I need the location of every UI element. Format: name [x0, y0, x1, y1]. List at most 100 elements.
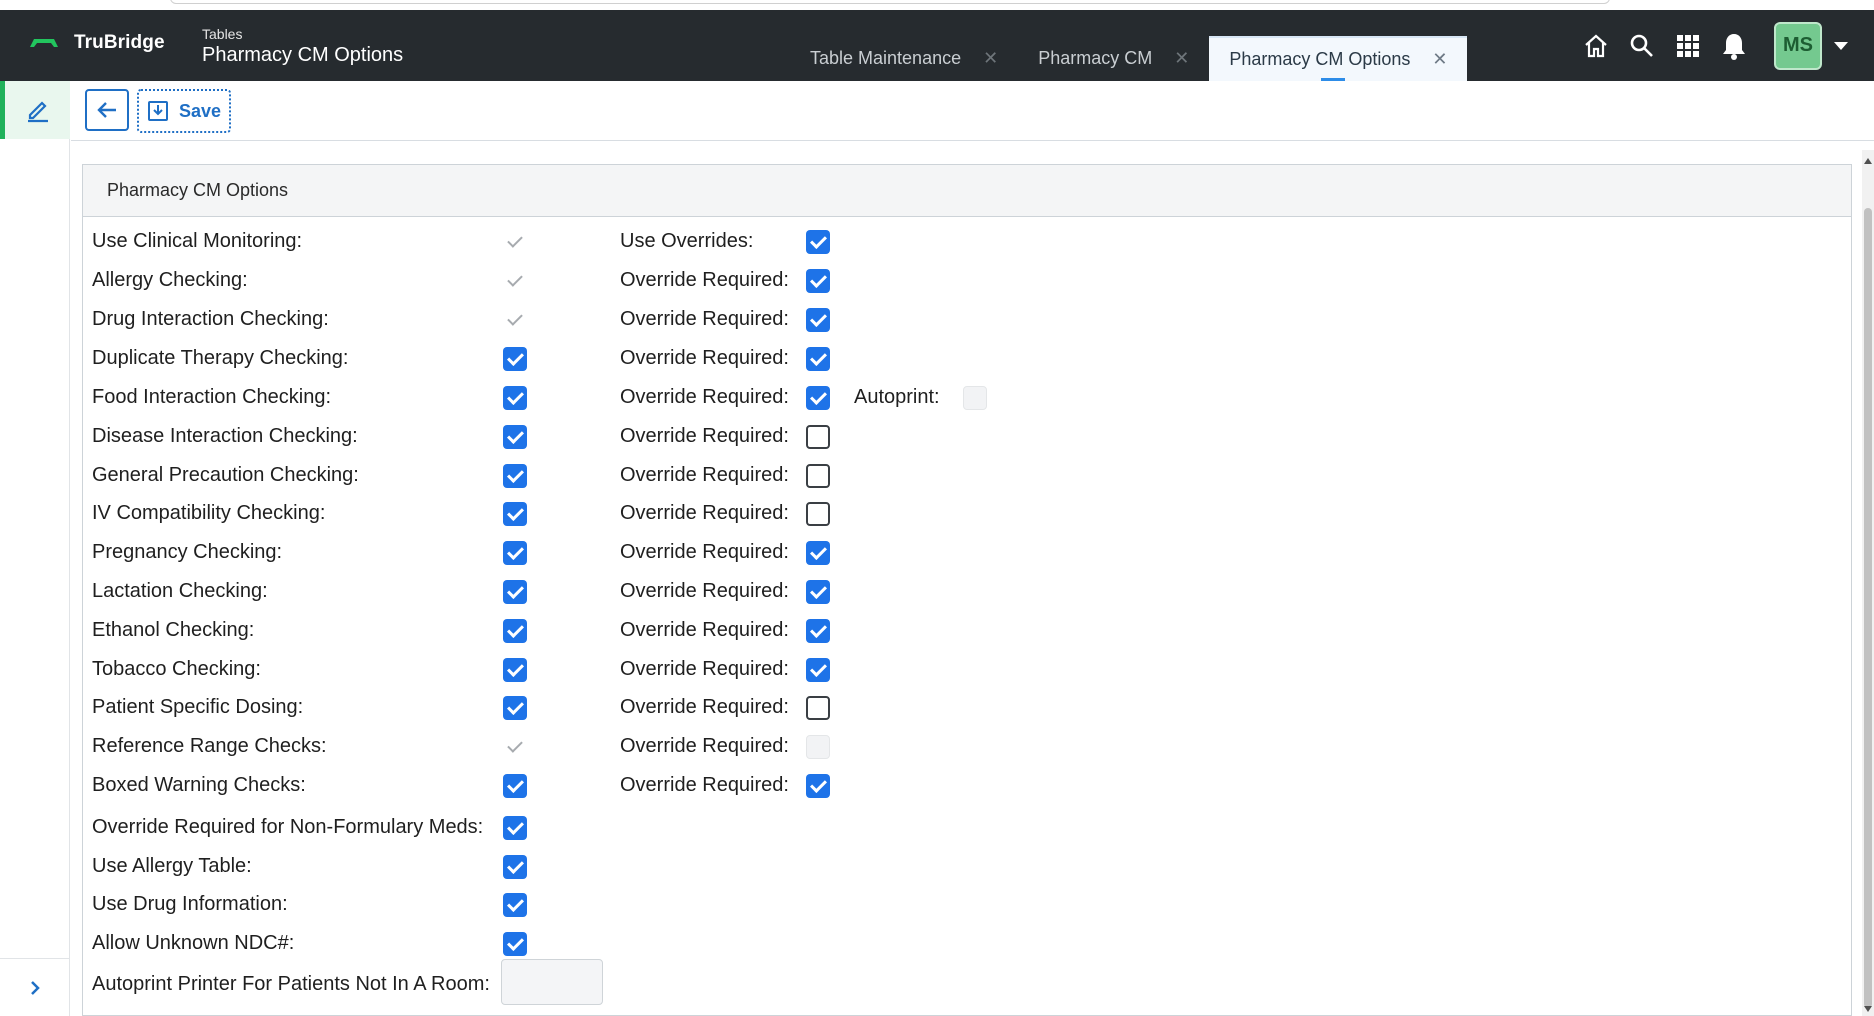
option-row: IV Compatibility Checking: Override Requi… — [83, 498, 1183, 530]
brand-name: TruBridge — [74, 32, 165, 53]
autoprint-label: Autoprint: — [854, 386, 940, 408]
option-label: IV Compatibility Checking: — [92, 502, 326, 524]
scroll-down-arrow[interactable] — [1864, 1006, 1872, 1012]
scroll-up-arrow[interactable] — [1864, 158, 1872, 164]
override-checkbox — [806, 735, 830, 759]
override-checkbox[interactable] — [806, 658, 830, 682]
option-label: Lactation Checking: — [92, 580, 268, 602]
back-button[interactable] — [85, 89, 129, 131]
override-label: Use Overrides: — [620, 230, 754, 252]
page-title: Pharmacy CM Options — [202, 44, 404, 66]
tab-pharmacy-cm[interactable]: Pharmacy CM ✕ — [1018, 36, 1209, 81]
close-icon[interactable]: ✕ — [983, 48, 998, 69]
option-row: Use Drug Information: — [83, 889, 1183, 921]
option-row: Pregnancy Checking: Override Required: — [83, 537, 1183, 569]
override-label: Override Required: — [620, 386, 789, 408]
option-row: Use Clinical Monitoring: Use Overrides: — [83, 226, 1183, 258]
override-checkbox[interactable] — [806, 580, 830, 604]
save-icon — [147, 101, 168, 121]
rail-expand-button[interactable] — [0, 958, 70, 1016]
option-label: Use Allergy Table: — [92, 855, 252, 877]
override-label: Override Required: — [620, 425, 789, 447]
option-checkbox[interactable] — [503, 893, 527, 917]
option-label: Use Clinical Monitoring: — [92, 230, 303, 252]
tab-bar: Table Maintenance ✕ Pharmacy CM ✕ Pharma… — [790, 36, 1468, 81]
option-label: General Precaution Checking: — [92, 464, 359, 486]
option-row: Ethanol Checking: Override Required: — [83, 615, 1183, 647]
override-checkbox[interactable] — [806, 619, 830, 643]
option-checkbox[interactable] — [503, 386, 527, 410]
option-label: Duplicate Therapy Checking: — [92, 347, 349, 369]
option-row: Food Interaction Checking: Override Requi… — [83, 382, 1183, 414]
chevron-down-icon[interactable] — [1834, 41, 1848, 50]
override-checkbox[interactable] — [806, 425, 830, 449]
autoprint-printer-input[interactable] — [501, 959, 603, 1005]
override-checkbox[interactable] — [806, 502, 830, 526]
option-label: Drug Interaction Checking: — [92, 308, 329, 330]
breadcrumb-section[interactable]: Tables — [202, 26, 403, 42]
option-label: Use Drug Information: — [92, 893, 288, 915]
tab-pharmacy-cm-options[interactable]: Pharmacy CM Options ✕ — [1209, 36, 1468, 81]
option-checkbox — [503, 308, 527, 332]
option-label: Boxed Warning Checks: — [92, 774, 306, 796]
autoprint-checkbox — [963, 386, 987, 410]
option-checkbox[interactable] — [503, 816, 527, 840]
bell-icon[interactable] — [1712, 24, 1756, 68]
override-checkbox[interactable] — [806, 541, 830, 565]
override-checkbox[interactable] — [806, 774, 830, 798]
option-checkbox[interactable] — [503, 619, 527, 643]
avatar[interactable]: MS — [1774, 21, 1822, 70]
options-panel: Pharmacy CM Options Use Clinical Monitor… — [82, 164, 1852, 1016]
option-checkbox[interactable] — [503, 347, 527, 371]
option-checkbox[interactable] — [503, 774, 527, 798]
tab-table-maintenance[interactable]: Table Maintenance ✕ — [790, 36, 1018, 81]
option-label: Food Interaction Checking: — [92, 386, 332, 408]
override-label: Override Required: — [620, 502, 789, 524]
option-label: Disease Interaction Checking: — [92, 425, 358, 447]
arrow-left-icon — [97, 102, 116, 118]
home-icon[interactable] — [1574, 24, 1618, 68]
app-header: TruBridge Tables Pharmacy CM Options Tab… — [0, 10, 1874, 81]
option-row: Duplicate Therapy Checking: Override Requ… — [83, 343, 1183, 375]
close-icon[interactable]: ✕ — [1432, 49, 1447, 70]
panel-title: Pharmacy CM Options — [83, 165, 1851, 217]
left-rail — [0, 81, 70, 1016]
option-label: Pregnancy Checking: — [92, 541, 283, 563]
override-checkbox[interactable] — [806, 230, 830, 254]
option-row: Allergy Checking: Override Required: — [83, 265, 1183, 297]
rail-edit-button[interactable] — [0, 81, 70, 139]
option-label: Allow Unknown NDC#: — [92, 932, 295, 954]
override-checkbox[interactable] — [806, 386, 830, 410]
override-checkbox[interactable] — [806, 269, 830, 293]
pencil-icon — [27, 101, 48, 123]
option-checkbox[interactable] — [503, 502, 527, 526]
option-checkbox[interactable] — [503, 580, 527, 604]
apps-grid-icon[interactable] — [1666, 24, 1710, 68]
option-checkbox — [503, 735, 527, 759]
override-label: Override Required: — [620, 735, 789, 757]
option-checkbox[interactable] — [503, 932, 527, 956]
breadcrumb: Tables Pharmacy CM Options — [202, 26, 403, 67]
option-checkbox[interactable] — [503, 464, 527, 488]
option-checkbox[interactable] — [503, 541, 527, 565]
option-checkbox[interactable] — [503, 658, 527, 682]
override-label: Override Required: — [620, 658, 789, 680]
override-checkbox[interactable] — [806, 347, 830, 371]
option-checkbox[interactable] — [503, 696, 527, 720]
override-label: Override Required: — [620, 619, 789, 641]
override-checkbox[interactable] — [806, 696, 830, 720]
option-row: Allow Unknown NDC#: — [83, 928, 1183, 960]
scroll-thumb[interactable] — [1864, 208, 1872, 1008]
save-button[interactable]: Save — [137, 89, 231, 133]
search-icon[interactable] — [1620, 24, 1664, 68]
option-checkbox — [503, 269, 527, 293]
close-icon[interactable]: ✕ — [1174, 48, 1189, 69]
scrollbar[interactable] — [1862, 150, 1874, 1016]
chevron-right-icon — [31, 980, 40, 995]
option-checkbox[interactable] — [503, 855, 527, 879]
override-checkbox[interactable] — [806, 464, 830, 488]
override-checkbox[interactable] — [806, 308, 830, 332]
override-label: Override Required: — [620, 308, 789, 330]
brand[interactable]: TruBridge — [28, 32, 165, 54]
option-checkbox[interactable] — [503, 425, 527, 449]
